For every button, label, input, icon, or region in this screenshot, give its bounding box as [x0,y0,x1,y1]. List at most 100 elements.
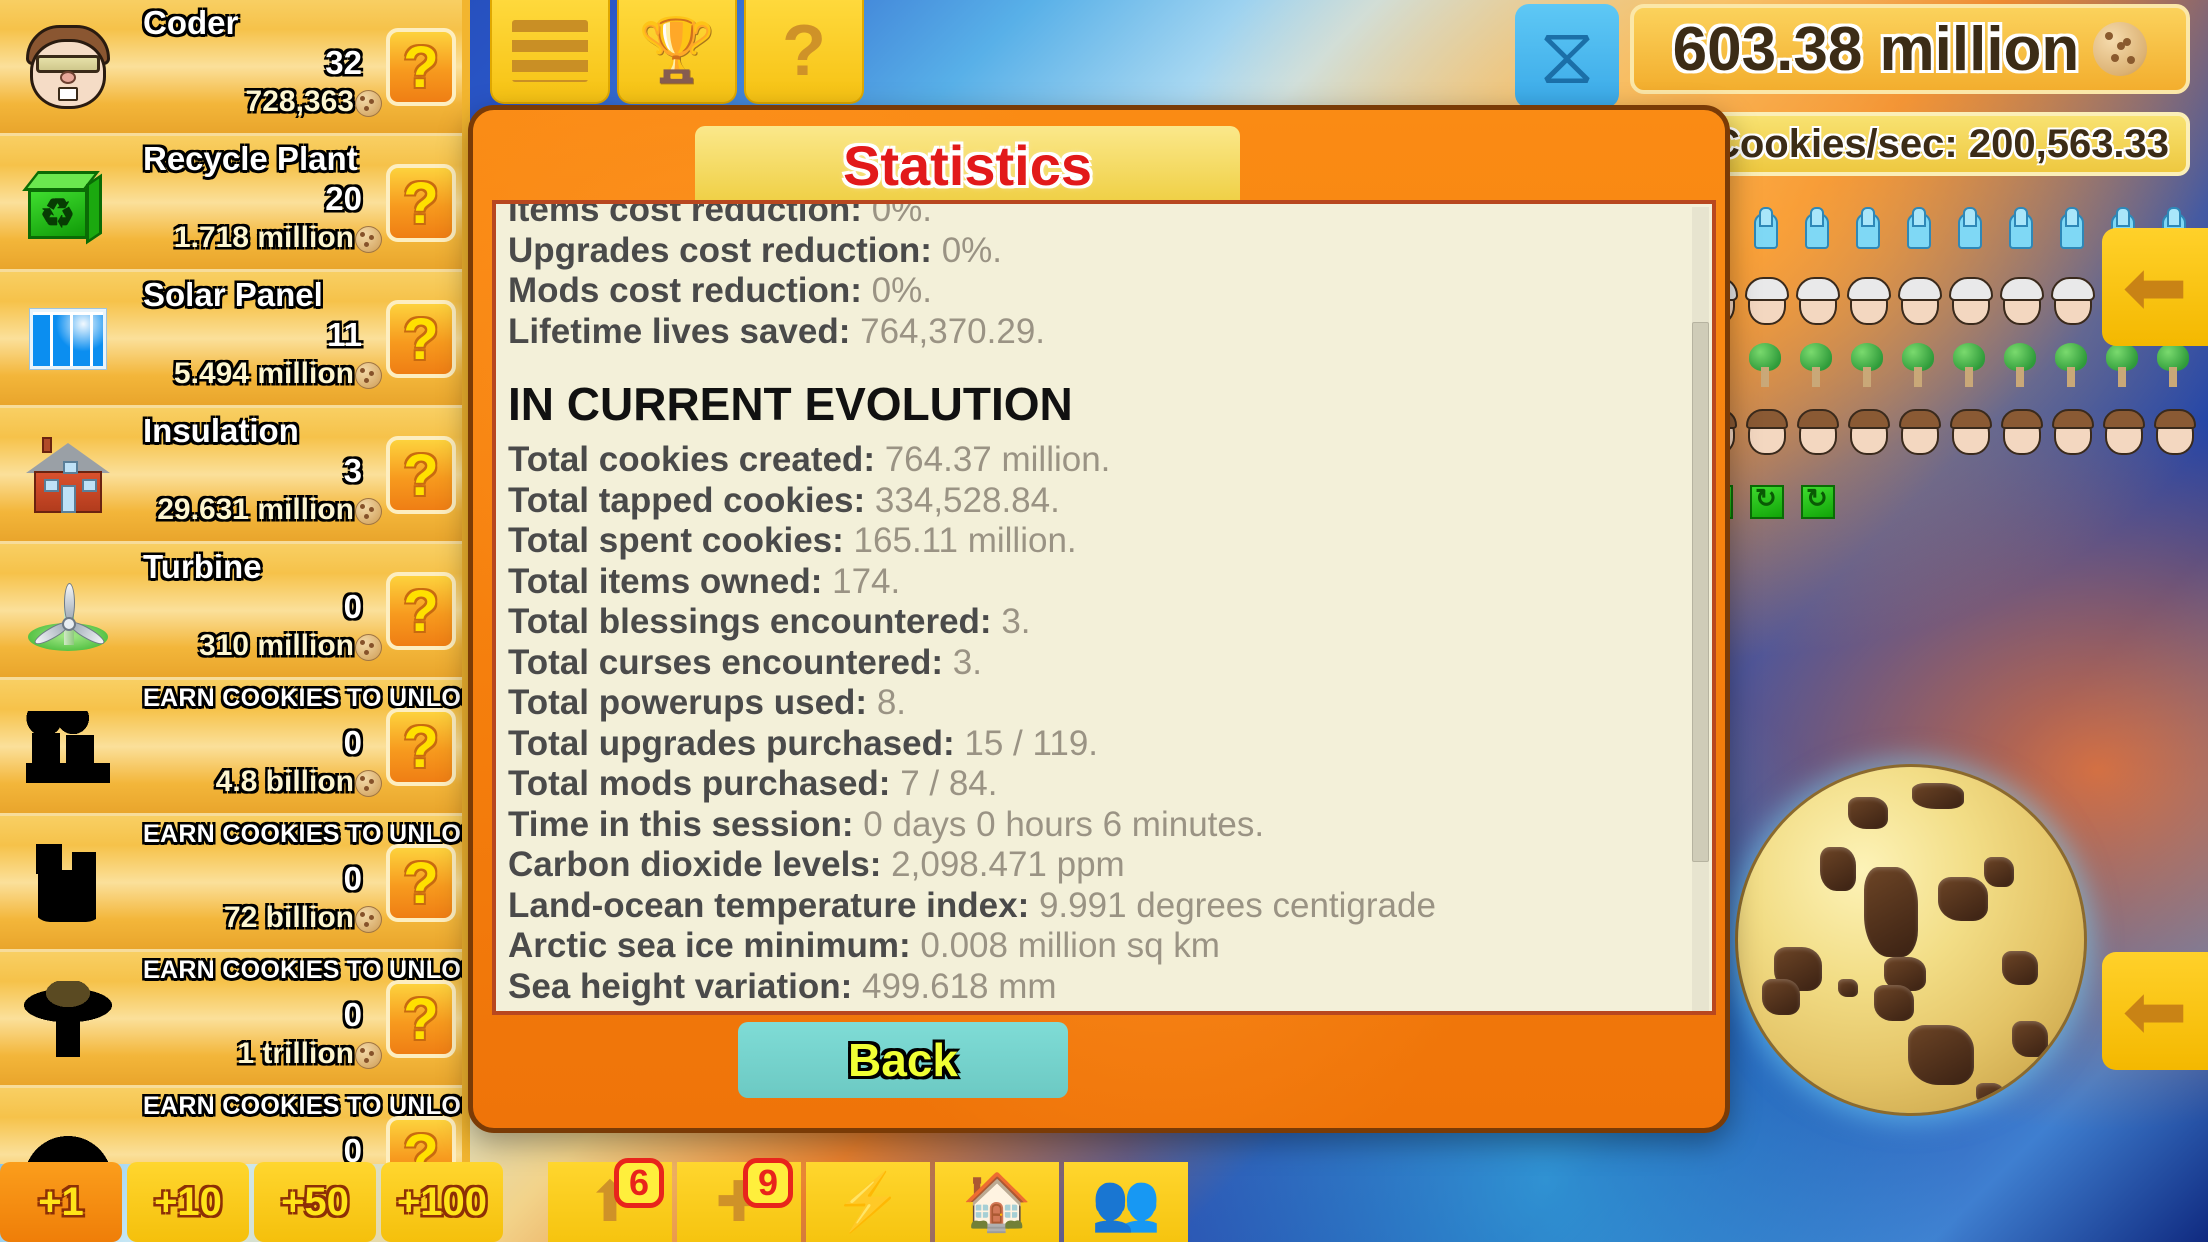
item-icon-slot [0,272,135,405]
powerups-button[interactable]: ⚡ [806,1162,930,1242]
top-toolbar: 🏆 ? [490,0,864,110]
spiral-button[interactable]: ⧖ [1515,4,1619,108]
buy-amount-label: +50 [281,1179,349,1224]
big-cookie-button[interactable] [1738,767,2084,1113]
stat-value: 0 days 0 hours 6 minutes. [863,804,1265,844]
solar-panel-icon [20,291,116,387]
stat-row: Total cookies created: 764.37 million. [508,440,1688,481]
tree-entity-icon [2099,339,2146,393]
collapse-panel-arrow-bottom-button[interactable]: ⬅ [2102,952,2208,1070]
coder-entity-icon [1946,405,1993,459]
item-info-button[interactable]: ? [386,300,456,378]
item-cost: 4.8 billion [215,765,354,798]
sidebar-item-locked-dome[interactable]: EARN COOKIES TO UNLOCK 0 ? [0,1088,462,1164]
entity-row-coders [1691,393,2208,459]
upgrades-badge: 6 [614,1158,664,1208]
stat-label: Total items owned: [508,561,823,601]
tree-entity-icon [1844,339,1891,393]
stat-label: Arctic sea ice minimum: [508,926,911,965]
cookie-chip [1848,797,1888,829]
people-button[interactable]: 👥 [1064,1162,1188,1242]
item-info-button[interactable]: ? [386,436,456,514]
buy-amount-1-button[interactable]: +1 [0,1162,122,1242]
items-sidebar[interactable]: Coder 32 728,363 ? ♻ Recycle Plant 20 1.… [0,0,470,1164]
sidebar-item-locked-power-plant[interactable]: EARN COOKIES TO UNLOCK 0 4.8 billion ? [0,680,462,816]
grandma-entity-icon [1895,273,1942,327]
menu-list-button[interactable] [490,0,610,104]
sidebar-item-recycle-plant[interactable]: ♻ Recycle Plant 20 1.718 million ? [0,136,462,272]
stat-label: Carbon dioxide levels: [508,845,882,884]
cursor-entity-icon [1844,207,1891,261]
item-icon-slot [0,952,135,1085]
item-name: Solar Panel [143,276,323,313]
item-name: Coder [143,4,239,41]
item-icon-slot [0,816,135,949]
cookie-chip [1976,1083,2004,1105]
statistics-panel[interactable]: Items cost reduction: 0%. Upgrades cost … [492,200,1716,1015]
item-icon-slot [0,408,135,541]
item-info-button[interactable]: ? [386,28,456,106]
tree-entity-icon [1946,339,1993,393]
stat-value: 3. [952,642,982,682]
item-info-button[interactable]: ? [386,1116,456,1164]
stat-row: Time in this session: 0 days 0 hours 6 m… [508,805,1688,846]
coder-entity-icon [2150,405,2197,459]
stat-row: Mods cost reduction: 0%. [508,271,1688,312]
sidebar-item-coder[interactable]: Coder 32 728,363 ? [0,0,462,136]
back-button-label: Back [848,1034,958,1086]
mods-button[interactable]: ✚ 9 [677,1158,801,1242]
stat-row: Total upgrades purchased: 15 / 119. [508,724,1688,765]
arrow-left-icon: ⬅ [2122,967,2188,1055]
item-cost: 5.494 million [173,357,354,390]
cookie-icon [355,770,382,797]
back-button[interactable]: Back [738,1022,1068,1098]
cookie-icon [2093,22,2148,76]
buy-amount-10-button[interactable]: +10 [127,1162,249,1242]
stat-label: Total spent cookies: [508,521,844,560]
buy-amount-100-button[interactable]: +100 [381,1162,503,1242]
item-cost: 1.718 million [173,221,354,254]
upgrades-button[interactable]: ⬆ 6 [548,1158,672,1242]
scrollbar-thumb[interactable] [1692,322,1709,862]
item-icon-slot: ♻ [0,136,135,269]
stat-value: 15 / 119. [964,723,1099,763]
achievements-button[interactable]: 🏆 [617,0,737,104]
item-count: 32 [325,44,362,81]
item-info-button[interactable]: ? [386,164,456,242]
stat-value: 334,528.84. [874,480,1060,520]
recycle-plant-entity-icon [1793,471,1840,525]
sidebar-item-locked-ufo[interactable]: EARN COOKIES TO UNLOCK 0 1 trillion ? [0,952,462,1088]
stat-label: Total upgrades purchased: [508,723,955,763]
power-plant-silhouette-icon [20,699,116,795]
lightning-bolt-icon: ⚡ [833,1170,903,1233]
recycle-cube-icon: ♻ [20,155,116,251]
item-body: EARN COOKIES TO UNLOCK 0 ? [135,1088,462,1164]
stat-row: Total curses encountered: 3. [508,643,1688,684]
bank-button[interactable]: 🏠 [935,1162,1059,1242]
item-info-button[interactable]: ? [386,980,456,1058]
sidebar-item-solar-panel[interactable]: Solar Panel 11 5.494 million ? [0,272,462,408]
buy-amount-label: +100 [396,1179,488,1224]
stat-value: 8. [876,683,907,722]
stat-value: 0.008 million sq km [920,926,1220,965]
item-body: EARN COOKIES TO UNLOCK 0 1 trillion ? [135,952,462,1085]
buy-amount-50-button[interactable]: +50 [254,1162,376,1242]
help-button[interactable]: ? [744,0,864,104]
item-count: 0 [343,588,362,625]
cursor-entity-icon [1946,207,1993,261]
sidebar-item-locked-cooling-tower[interactable]: EARN COOKIES TO UNLOCK 0 72 billion ? [0,816,462,952]
item-info-button[interactable]: ? [386,572,456,650]
grandma-entity-icon [1742,273,1789,327]
stat-row: Total powerups used: 8. [508,683,1688,724]
item-body: Recycle Plant 20 1.718 million ? [135,136,462,269]
dome-silhouette-icon [20,1107,116,1164]
stat-label: Total mods purchased: [508,764,891,803]
sidebar-item-turbine[interactable]: Turbine 0 310 million ? [0,544,462,680]
collapse-panel-arrow-top-button[interactable]: ⬅ [2102,228,2208,346]
item-cost: 72 billion [223,901,354,934]
item-info-button[interactable]: ? [386,708,456,786]
tree-entity-icon [2150,339,2197,393]
sidebar-item-insulation[interactable]: Insulation 3 29.631 million ? [0,408,462,544]
item-info-button[interactable]: ? [386,844,456,922]
item-cost: 29.631 million [157,493,354,526]
